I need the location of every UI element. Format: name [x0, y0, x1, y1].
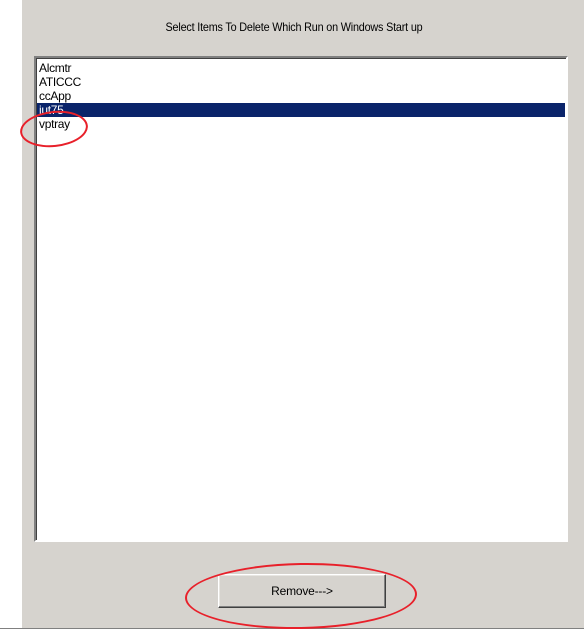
list-item-vptray[interactable]: vptray	[37, 117, 565, 131]
bottom-divider	[0, 628, 584, 629]
list-item-aticcc[interactable]: ATICCC	[37, 75, 565, 89]
listbox-items: Alcmtr ATICCC ccApp iut75 vptray	[37, 61, 565, 131]
list-item-ccapp[interactable]: ccApp	[37, 89, 565, 103]
list-item-alcmtr[interactable]: Alcmtr	[37, 61, 565, 75]
startup-items-listbox[interactable]: Alcmtr ATICCC ccApp iut75 vptray	[34, 56, 568, 542]
dialog-title: Select Items To Delete Which Run on Wind…	[165, 20, 423, 34]
list-item-iut75[interactable]: iut75	[37, 103, 565, 117]
remove-button[interactable]: Remove--->	[218, 574, 386, 608]
